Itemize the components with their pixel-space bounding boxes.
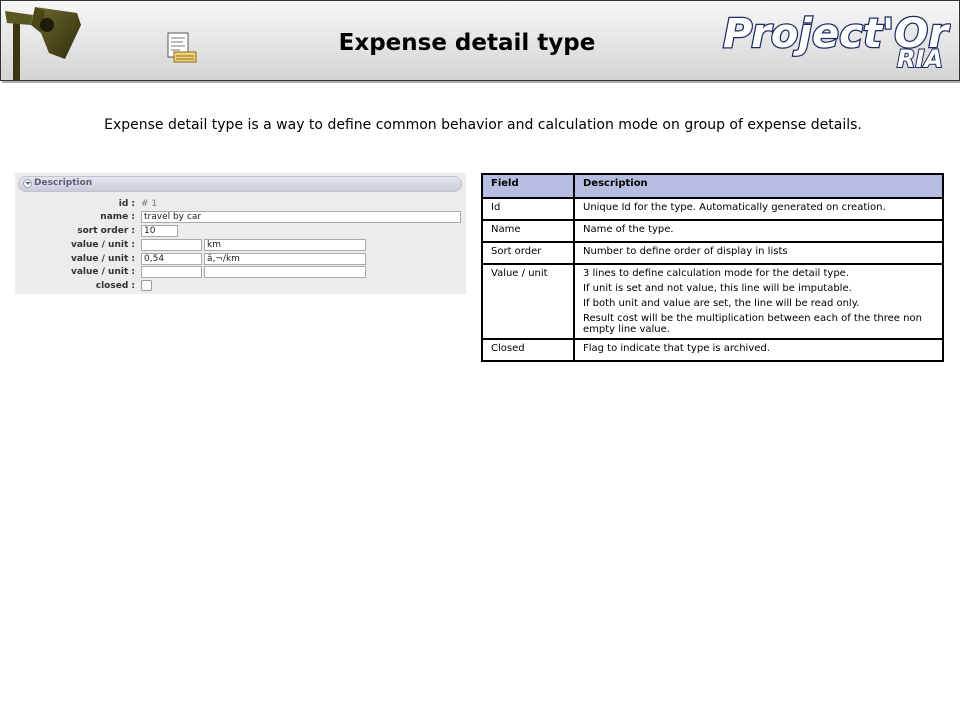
table-row: Closed Flag to indicate that type is arc… [481,338,944,362]
description-line: Unique Id for the type. Automatically ge… [583,202,886,213]
description-cell: Unique Id for the type. Automatically ge… [573,197,944,221]
value-input-3[interactable] [141,266,202,278]
form-row-value-unit-1: value / unit : km [15,239,466,253]
table-row: Sort order Number to define order of dis… [481,241,944,265]
value-input-1[interactable] [141,239,202,251]
description-line: Result cost will be the multiplication b… [583,313,922,335]
form-row-closed: closed : [15,280,466,294]
description-cell: Number to define order of display in lis… [573,241,944,265]
description-line: If unit is set and not value, this line … [583,283,852,294]
name-label: name : [100,212,135,222]
sort-order-label: sort order : [77,226,135,236]
name-input[interactable]: travel by car [141,211,461,223]
description-line: Flag to indicate that type is archived. [583,343,770,354]
form-row-value-unit-3: value / unit : [15,266,466,280]
svg-text:RIA: RIA [897,45,943,71]
description-form: Description id : # 1 name : travel by ca… [15,173,466,294]
description-cell: Flag to indicate that type is archived. [573,338,944,362]
unit-input-2[interactable]: â‚¬/km [204,253,366,265]
description-line: 3 lines to define calculation mode for t… [583,268,850,279]
table-row: Value / unit 3 lines to define calculati… [481,263,944,340]
table-row: Id Unique Id for the type. Automatically… [481,197,944,221]
closed-checkbox[interactable] [141,280,152,291]
description-cell: 3 lines to define calculation mode for t… [573,263,944,340]
section-header-description[interactable]: Description [18,176,462,192]
table-header-row: Field Description [481,173,944,199]
table-row: Name Name of the type. [481,219,944,243]
description-cell: Name of the type. [573,219,944,243]
column-header-field: Field [481,173,575,199]
field-cell: Value / unit [481,263,575,340]
sort-order-input[interactable]: 10 [141,225,178,237]
field-description-table: Field Description Id Unique Id for the t… [481,173,944,362]
value-unit-label: value / unit : [70,240,135,250]
section-title: Description [34,178,93,188]
value-input-2[interactable]: 0,54 [141,253,202,265]
field-cell: Sort order [481,241,575,265]
field-cell: Closed [481,338,575,362]
intro-text: Expense detail type is a way to define c… [104,117,862,133]
value-unit-label: value / unit : [70,254,135,264]
description-line: Number to define order of display in lis… [583,246,788,257]
collapse-icon[interactable] [23,179,32,188]
description-line: If both unit and value are set, the line… [583,298,860,309]
closed-label: closed : [95,281,135,291]
unit-input-3[interactable] [204,266,366,278]
field-cell: Name [481,219,575,243]
header-banner: Expense detail type Project'Or RIA [0,0,960,81]
value-unit-label: value / unit : [70,267,135,277]
header-shadow [2,81,960,83]
id-label: id : [118,199,135,209]
column-header-description: Description [573,173,944,199]
id-value: # 1 [141,199,158,209]
form-row-sort: sort order : 10 [15,225,466,239]
description-line: Name of the type. [583,224,674,235]
unit-input-1[interactable]: km [204,239,366,251]
project-or-logo: Project'Or RIA [722,10,951,71]
form-row-name: name : travel by car [15,211,466,225]
field-cell: Id [481,197,575,221]
